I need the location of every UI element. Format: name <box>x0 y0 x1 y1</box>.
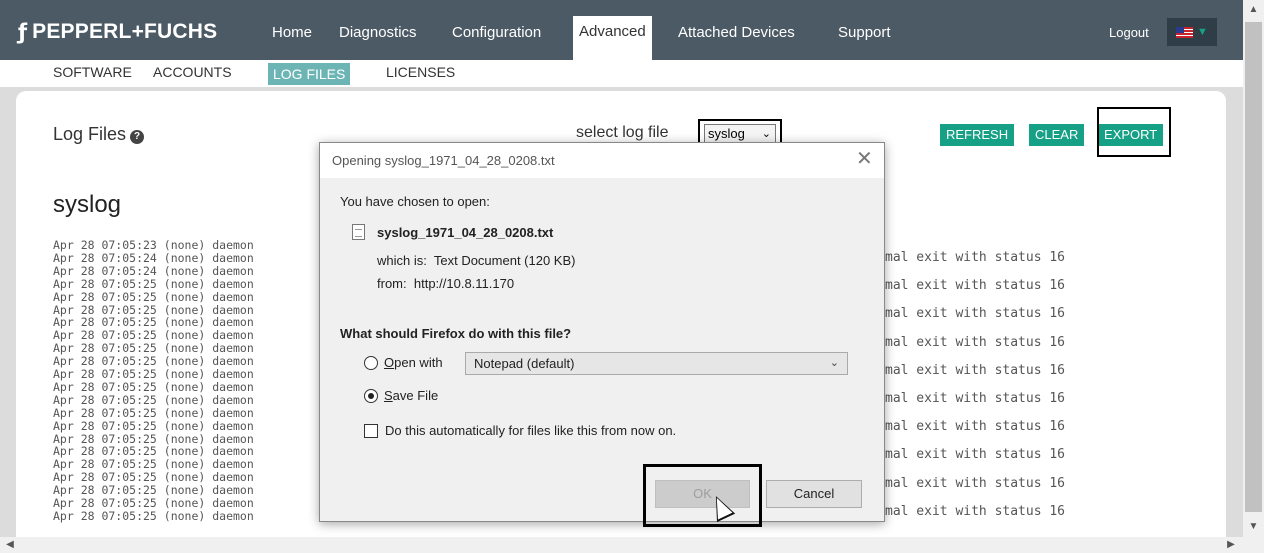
select-log-file-label: select log file <box>576 124 669 141</box>
scroll-down-icon[interactable]: ▼ <box>1243 517 1264 537</box>
logout-link[interactable]: Logout <box>1109 25 1149 40</box>
scroll-left-icon[interactable]: ◀ <box>2 537 18 553</box>
caret-down-icon: ▼ <box>1197 26 1208 38</box>
log-line: Apr 28 07:05:25 (none) daemon <box>53 354 254 369</box>
refresh-button[interactable]: REFRESH <box>940 124 1015 146</box>
log-line: Apr 28 07:05:25 (none) daemon <box>53 302 254 317</box>
log-file-select[interactable]: syslog ⌄ <box>704 124 776 144</box>
nav-attached-devices[interactable]: Attached Devices <box>678 16 795 50</box>
dialog-intro: You have chosen to open: <box>340 194 490 209</box>
nav-advanced[interactable]: Advanced <box>573 16 652 60</box>
scroll-thumb[interactable] <box>1245 22 1262 512</box>
dialog-title: Opening syslog_1971_04_28_0208.txt <box>332 153 555 168</box>
which-is-row: which is: Text Document (120 KB) <box>377 253 576 268</box>
log-line-suffix: mal exit with status 16 <box>885 334 1066 350</box>
us-flag-icon <box>1176 26 1194 38</box>
log-line: Apr 28 07:05:25 (none) daemon <box>53 457 254 472</box>
from-row: from: http://10.8.11.170 <box>377 276 515 291</box>
sub-navigation-bar: SOFTWARE ACCOUNTS LOG FILES LICENSES <box>0 60 1243 87</box>
highlight-box-ok <box>643 464 762 527</box>
save-file-label[interactable]: Save File <box>384 388 438 403</box>
highlight-box-export <box>1097 107 1171 157</box>
log-line: Apr 28 07:05:24 (none) daemon <box>53 250 254 265</box>
log-line: Apr 28 07:05:25 (none) daemon <box>53 328 254 343</box>
question-icon[interactable]: ? <box>130 130 145 144</box>
log-line-suffix: mal exit with status 16 <box>885 419 1066 435</box>
auto-action-checkbox[interactable] <box>364 424 378 438</box>
log-line: Apr 28 07:05:25 (none) daemon <box>53 431 254 446</box>
log-line-suffix: mal exit with status 16 <box>885 503 1066 519</box>
chevron-down-icon: ⌄ <box>829 357 839 369</box>
log-line: Apr 28 07:05:25 (none) daemon <box>53 418 254 433</box>
open-with-app-select[interactable]: Notepad (default) ⌄ <box>465 352 848 375</box>
log-line: Apr 28 07:05:25 (none) daemon <box>53 392 254 407</box>
clear-button[interactable]: CLEAR <box>1029 124 1085 146</box>
log-line: Apr 28 07:05:23 (none) daemon <box>53 238 254 252</box>
language-selector[interactable]: ▼ <box>1167 18 1217 46</box>
log-line-suffix: mal exit with status 16 <box>885 475 1066 491</box>
chevron-down-icon: ⌄ <box>761 128 771 140</box>
nav-configuration[interactable]: Configuration <box>452 16 541 50</box>
dialog-titlebar: Opening syslog_1971_04_28_0208.txt ✕ <box>320 143 884 178</box>
close-icon[interactable]: ✕ <box>856 149 873 169</box>
scrollbar-corner <box>1243 537 1264 553</box>
log-line-suffix: mal exit with status 16 <box>885 447 1066 463</box>
log-line: Apr 28 07:05:25 (none) daemon <box>53 341 254 356</box>
top-navigation-bar: ƒ PEPPERL+FUCHS Home Diagnostics Configu… <box>0 0 1243 60</box>
dialog-filename: syslog_1971_04_28_0208.txt <box>377 225 554 240</box>
log-line: Apr 28 07:05:25 (none) daemon <box>53 289 254 304</box>
log-line: Apr 28 07:05:25 (none) daemon <box>53 470 254 485</box>
open-with-label[interactable]: Open with <box>384 355 443 370</box>
vertical-scrollbar[interactable]: ▲ ▼ <box>1243 0 1264 537</box>
subnav-log-files[interactable]: LOG FILES <box>268 63 351 85</box>
brand-name: PEPPERL+FUCHS <box>32 20 218 43</box>
log-line-suffix: mal exit with status 16 <box>885 362 1066 378</box>
cancel-button[interactable]: Cancel <box>766 480 862 508</box>
horizontal-scrollbar[interactable]: ◀ ▶ <box>0 537 1243 553</box>
auto-action-label[interactable]: Do this automatically for files like thi… <box>385 423 676 438</box>
brand-logo[interactable]: ƒ PEPPERL+FUCHS <box>18 18 217 46</box>
log-line-suffix: mal exit with status 16 <box>885 306 1066 322</box>
subnav-licenses[interactable]: LICENSES <box>386 64 455 80</box>
log-line: Apr 28 07:05:25 (none) daemon <box>53 276 254 291</box>
page-title: Log Files? <box>53 124 145 145</box>
log-line: Apr 28 07:05:25 (none) daemon <box>53 496 254 510</box>
log-line: Apr 28 07:05:25 (none) daemon <box>53 315 254 330</box>
log-heading: syslog <box>53 191 122 218</box>
brand-mark-icon: ƒ <box>18 20 28 44</box>
log-line: Apr 28 07:05:25 (none) daemon <box>53 483 254 498</box>
file-open-dialog: Opening syslog_1971_04_28_0208.txt ✕ You… <box>319 142 885 522</box>
log-line-suffix: mal exit with status 16 <box>885 250 1066 265</box>
text-file-icon <box>352 224 365 240</box>
nav-support[interactable]: Support <box>838 16 891 50</box>
save-file-radio[interactable] <box>364 389 378 403</box>
nav-home[interactable]: Home <box>272 16 312 50</box>
log-line: Apr 28 07:05:25 (none) daemon <box>53 405 254 420</box>
log-line: Apr 28 07:05:25 (none) daemon <box>53 508 254 523</box>
scroll-up-icon[interactable]: ▲ <box>1243 0 1264 20</box>
scroll-right-icon[interactable]: ▶ <box>1223 537 1239 553</box>
log-line: Apr 28 07:05:25 (none) daemon <box>53 379 254 394</box>
dialog-question: What should Firefox do with this file? <box>340 326 572 341</box>
subnav-accounts[interactable]: ACCOUNTS <box>153 64 232 80</box>
log-line: Apr 28 07:05:24 (none) daemon <box>53 263 254 278</box>
subnav-software[interactable]: SOFTWARE <box>53 64 132 80</box>
open-with-radio[interactable] <box>364 356 378 370</box>
nav-diagnostics[interactable]: Diagnostics <box>339 16 417 50</box>
log-line-suffix: mal exit with status 16 <box>885 391 1066 406</box>
log-line-suffix: mal exit with status 16 <box>885 278 1066 294</box>
log-line: Apr 28 07:05:25 (none) daemon <box>53 367 254 381</box>
log-line: Apr 28 07:05:25 (none) daemon <box>53 444 254 459</box>
